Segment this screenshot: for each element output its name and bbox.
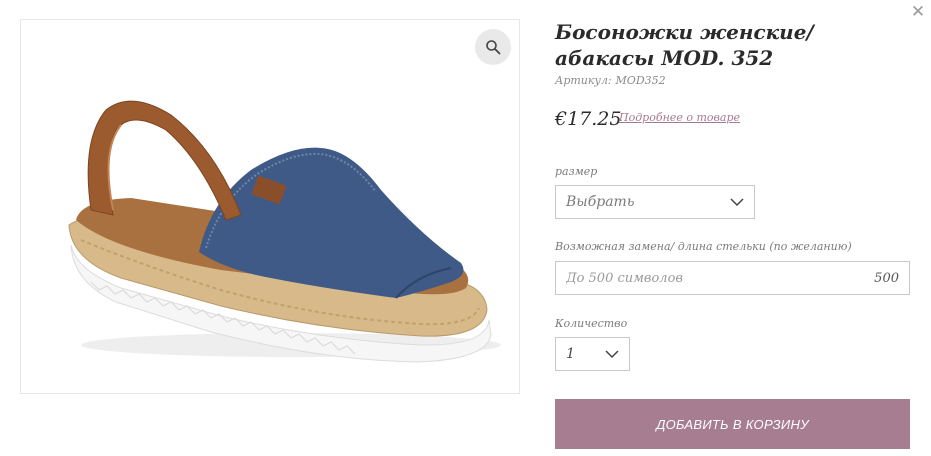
replacement-input[interactable] — [566, 270, 875, 286]
char-counter: 500 — [874, 270, 899, 286]
size-select-value: Выбрать — [566, 194, 635, 210]
size-select[interactable]: Выбрать — [555, 185, 755, 219]
quantity-label: Количество — [555, 317, 628, 330]
replacement-label: Возможная замена/ длина стельки (по жела… — [555, 240, 852, 253]
size-label: размер — [555, 165, 598, 178]
add-to-cart-button[interactable]: ДОБАВИТЬ В КОРЗИНУ — [555, 399, 910, 449]
chevron-down-icon — [605, 349, 619, 358]
product-image — [68, 100, 501, 363]
product-image-container — [20, 19, 520, 394]
product-title: Босоножки женские/ абакасы MOD. 352 — [555, 20, 814, 70]
sku-value: MOD352 — [615, 74, 666, 87]
quantity-select-value: 1 — [566, 346, 575, 362]
product-details-link[interactable]: Подробнее о товаре — [619, 111, 740, 124]
magnifier-icon — [486, 40, 501, 55]
product-price: €17.25 — [555, 108, 622, 130]
replacement-field: 500 — [555, 261, 910, 295]
product-sku: Артикул: MOD352 — [555, 74, 666, 87]
sku-label: Артикул: — [555, 74, 612, 87]
quantity-select[interactable]: 1 — [555, 337, 630, 371]
chevron-down-icon — [730, 197, 744, 206]
zoom-button[interactable] — [475, 29, 511, 65]
